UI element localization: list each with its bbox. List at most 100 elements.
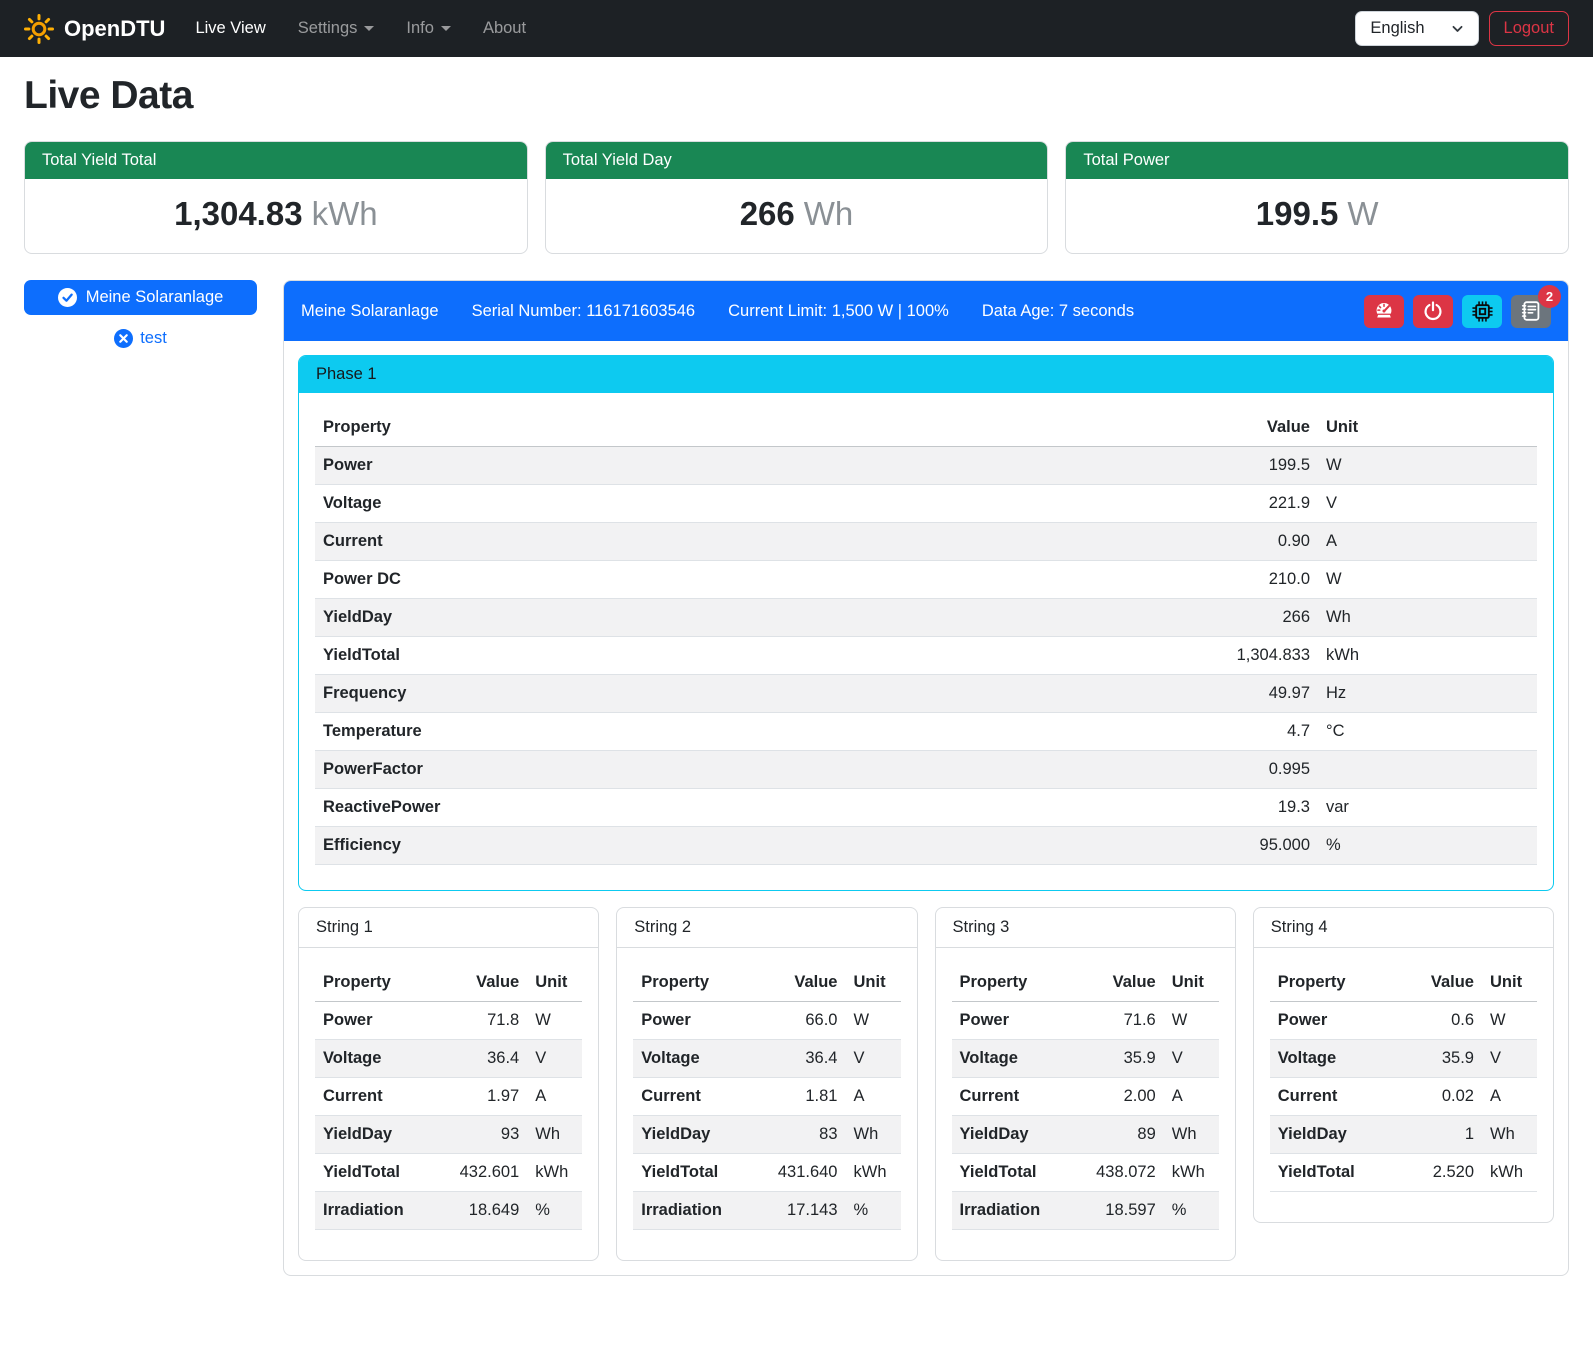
value-cell: 19.3 <box>916 789 1318 827</box>
property-cell: Voltage <box>315 1040 434 1078</box>
power-toggle-button[interactable] <box>1413 295 1453 328</box>
unit-cell: var <box>1318 789 1537 827</box>
column-header-value: Value <box>752 964 845 1002</box>
column-header-property: Property <box>315 964 434 1002</box>
nav-item-info[interactable]: Info <box>406 19 451 38</box>
language-select[interactable]: English <box>1355 11 1478 46</box>
column-header-value: Value <box>434 964 527 1002</box>
unit-cell: kWh <box>1482 1154 1537 1192</box>
unit-cell: °C <box>1318 713 1537 751</box>
inverter-list-item-selected[interactable]: Meine Solaranlage <box>24 280 257 315</box>
property-cell: Power DC <box>315 561 916 599</box>
page-title: Live Data <box>24 74 1569 118</box>
unit-cell: W <box>527 1002 582 1040</box>
value-cell: 266 <box>916 599 1318 637</box>
summary-row: Total Yield Total 1,304.83kWh Total Yiel… <box>24 141 1569 254</box>
value-cell: 1 <box>1400 1116 1483 1154</box>
value-cell: 71.6 <box>1071 1002 1164 1040</box>
strings-row: String 1 Property Value Unit <box>298 907 1554 1261</box>
unit-cell: Wh <box>846 1116 901 1154</box>
x-circle-icon <box>114 329 133 348</box>
phase-card: Phase 1 Property Value Unit <box>298 355 1554 891</box>
column-header-unit: Unit <box>846 964 901 1002</box>
property-cell: YieldTotal <box>633 1154 752 1192</box>
limit-settings-button[interactable] <box>1364 295 1404 328</box>
value-cell: 221.9 <box>916 485 1318 523</box>
unit-cell: % <box>1318 827 1537 865</box>
unit-cell: V <box>1318 485 1537 523</box>
value-cell: 17.143 <box>752 1192 845 1230</box>
property-cell: Voltage <box>633 1040 752 1078</box>
inverter-panel: Meine Solaranlage Serial Number: 1161716… <box>283 280 1569 1276</box>
value-cell: 83 <box>752 1116 845 1154</box>
string-title: String 4 <box>1254 908 1553 948</box>
unit-cell: Wh <box>1318 599 1537 637</box>
event-count-badge: 2 <box>1538 285 1561 308</box>
unit-cell: % <box>846 1192 901 1230</box>
column-header-property: Property <box>315 409 916 447</box>
unit-cell: V <box>846 1040 901 1078</box>
value-cell: 35.9 <box>1071 1040 1164 1078</box>
string-card-2: String 2 Property Value Unit <box>616 907 917 1261</box>
table-row: Power71.6W <box>952 1002 1219 1040</box>
summary-card-total-yield-total: Total Yield Total 1,304.83kWh <box>24 141 528 254</box>
property-cell: Irradiation <box>633 1192 752 1230</box>
property-cell: Current <box>1270 1078 1400 1116</box>
table-row: PowerFactor0.995 <box>315 751 1537 789</box>
column-header-unit: Unit <box>1482 964 1537 1002</box>
property-cell: YieldDay <box>315 599 916 637</box>
logout-button[interactable]: Logout <box>1489 11 1569 46</box>
string-table: Property Value Unit Power0.6W Voltage35.… <box>1270 964 1537 1192</box>
property-cell: Irradiation <box>315 1192 434 1230</box>
value-cell: 2.00 <box>1071 1078 1164 1116</box>
table-row: YieldDay266Wh <box>315 599 1537 637</box>
nav-item-live-view[interactable]: Live View <box>195 19 265 38</box>
value-cell: 35.9 <box>1400 1040 1483 1078</box>
table-row: YieldDay83Wh <box>633 1116 900 1154</box>
table-row: Power DC210.0W <box>315 561 1537 599</box>
table-row: YieldDay89Wh <box>952 1116 1219 1154</box>
property-cell: Power <box>315 1002 434 1040</box>
navbar-right: English Logout <box>1355 11 1569 46</box>
table-row: Current1.81A <box>633 1078 900 1116</box>
nav-item-settings[interactable]: Settings <box>298 19 375 38</box>
table-row: Irradiation18.597% <box>952 1192 1219 1230</box>
card-value: 266 <box>740 195 795 232</box>
nav-item-about[interactable]: About <box>483 19 526 38</box>
inverter-name: Meine Solaranlage <box>301 302 439 321</box>
string-card-4: String 4 Property Value Unit <box>1253 907 1554 1223</box>
summary-card-total-power: Total Power 199.5W <box>1065 141 1569 254</box>
brand[interactable]: OpenDTU <box>24 14 165 44</box>
unit-cell: kWh <box>846 1154 901 1192</box>
speedometer-icon <box>1373 300 1395 322</box>
table-row: Power199.5W <box>315 447 1537 485</box>
value-cell: 71.8 <box>434 1002 527 1040</box>
event-log-button[interactable]: 2 <box>1511 295 1551 328</box>
device-info-button[interactable] <box>1462 295 1502 328</box>
unit-cell: % <box>527 1192 582 1230</box>
table-row: Irradiation18.649% <box>315 1192 582 1230</box>
table-row: Voltage221.9V <box>315 485 1537 523</box>
inverter-list-item-test[interactable]: test <box>24 329 257 348</box>
card-title: Total Yield Day <box>546 142 1048 179</box>
table-row: Power66.0W <box>633 1002 900 1040</box>
table-row: YieldTotal2.520kWh <box>1270 1154 1537 1192</box>
table-row: Irradiation17.143% <box>633 1192 900 1230</box>
property-cell: Temperature <box>315 713 916 751</box>
unit-cell: A <box>1318 523 1537 561</box>
property-cell: YieldTotal <box>1270 1154 1400 1192</box>
string-title: String 3 <box>936 908 1235 948</box>
table-row: YieldTotal438.072kWh <box>952 1154 1219 1192</box>
phase-title: Phase 1 <box>299 356 1553 393</box>
inverter-name-label: test <box>140 329 167 348</box>
value-cell: 95.000 <box>916 827 1318 865</box>
table-row: Current2.00A <box>952 1078 1219 1116</box>
table-row: Current0.90A <box>315 523 1537 561</box>
property-cell: Power <box>633 1002 752 1040</box>
nav-links: Live View Settings Info About <box>195 19 526 38</box>
unit-cell: Wh <box>1482 1116 1537 1154</box>
card-value: 199.5 <box>1256 195 1339 232</box>
value-cell: 18.649 <box>434 1192 527 1230</box>
property-cell: YieldDay <box>315 1116 434 1154</box>
unit-cell: W <box>1482 1002 1537 1040</box>
